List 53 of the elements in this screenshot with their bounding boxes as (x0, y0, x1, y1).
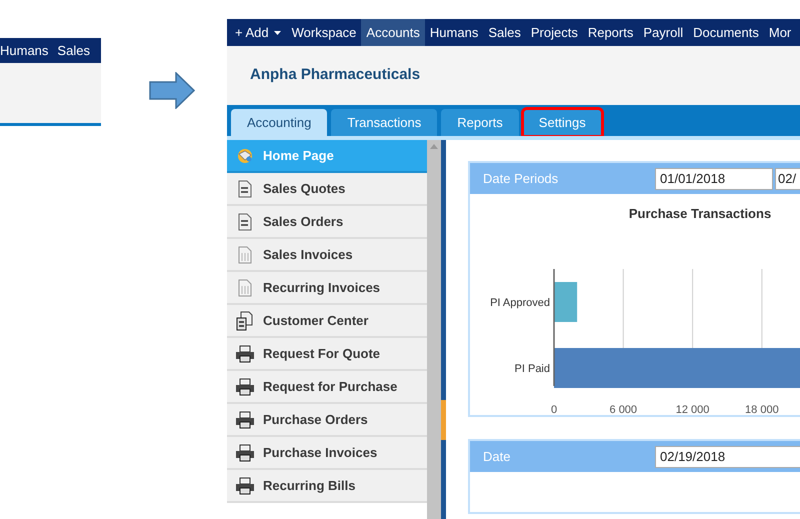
panel-title: Date Periods (483, 170, 560, 188)
chart-title: Purchase Transactions (628, 206, 772, 221)
sidebar-item[interactable]: Recurring Bills (227, 470, 427, 503)
nav-item[interactable]: Workspace (286, 19, 362, 46)
axis-tick-label: 0 (550, 404, 558, 415)
nav-item[interactable]: Sales (57, 40, 90, 60)
sidebar-item[interactable]: Sales Invoices (227, 239, 427, 272)
nav-item[interactable]: Sales (483, 19, 526, 46)
document-icon (238, 246, 252, 264)
sidebar-item[interactable]: Purchase Orders (227, 404, 427, 437)
nav-item[interactable]: Payroll (638, 19, 688, 46)
nav-item[interactable]: Humans (0, 40, 48, 60)
sidebar-item[interactable]: Sales Quotes (227, 173, 427, 206)
axis-tick-label: 12 000 (676, 404, 710, 415)
axis-tick-label: 18 000 (745, 404, 779, 415)
document-icon (238, 212, 252, 230)
sidebar-item[interactable]: Customer Center (227, 305, 427, 338)
printer-icon (235, 378, 255, 396)
sidebar-item[interactable]: Recurring Invoices (227, 272, 427, 305)
date-field[interactable]: 01/01/2018 (655, 168, 773, 190)
caret-icon (274, 30, 281, 34)
nav-item[interactable]: Projects (526, 19, 583, 46)
panel-title: Date (483, 448, 512, 466)
category-label: PI Approved (490, 297, 550, 309)
bar (554, 282, 578, 322)
scrollbar[interactable] (427, 140, 441, 519)
globe-icon (236, 148, 254, 164)
company-name: Anpha Pharmaceuticals (250, 65, 420, 86)
category-label: PI Paid (514, 363, 550, 375)
document-icon (238, 278, 252, 296)
nav-item[interactable]: Reports (582, 19, 638, 46)
printer-icon (235, 476, 255, 494)
printer-icon (235, 444, 255, 462)
right-arrow-icon (149, 72, 195, 109)
printer-icon (235, 344, 255, 362)
tab[interactable]: Accounting (231, 109, 328, 136)
nav-item[interactable]: Documents (688, 19, 764, 46)
nav-item[interactable]: Accounts (361, 19, 425, 46)
date-field[interactable]: 02/ (775, 168, 800, 190)
sidebar-item[interactable]: Request For Quote (227, 338, 427, 371)
sidebar-item[interactable]: Purchase Invoices (227, 437, 427, 470)
sidebar-item[interactable]: Request for Purchase (227, 371, 427, 404)
nav-item[interactable]: Humans (424, 19, 484, 46)
axis-tick-label: 6 000 (610, 404, 638, 415)
add-menu-button[interactable]: + Add (229, 19, 287, 46)
collapse-strip[interactable] (441, 140, 446, 519)
nav-item[interactable]: Mor (764, 19, 796, 46)
scroll-up-icon[interactable] (430, 144, 438, 149)
date-field[interactable]: 02/19/2018 (655, 446, 800, 468)
printer-icon (235, 410, 255, 428)
documents-icon (236, 310, 254, 330)
document-icon (238, 180, 252, 198)
sidebar-item[interactable]: Sales Orders (227, 206, 427, 239)
